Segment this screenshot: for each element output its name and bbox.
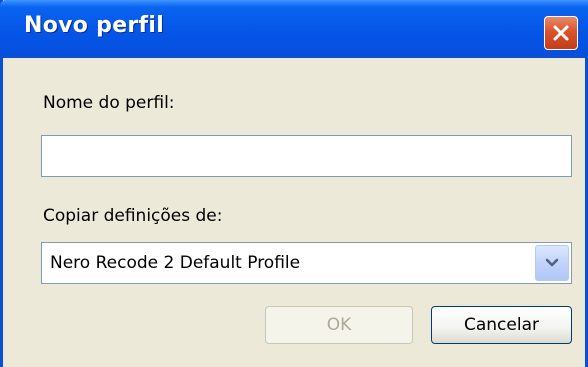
title-bar[interactable]: Novo perfil: [0, 0, 588, 58]
copy-settings-selected: Nero Recode 2 Default Profile: [50, 253, 301, 273]
copy-settings-label: Copiar definições de:: [43, 206, 223, 226]
profile-name-label: Nome do perfil:: [43, 93, 175, 113]
dropdown-button[interactable]: [535, 245, 569, 281]
profile-name-input[interactable]: [41, 135, 572, 177]
ok-button[interactable]: OK: [265, 306, 413, 344]
close-icon: [553, 25, 569, 41]
copy-settings-dropdown[interactable]: Nero Recode 2 Default Profile: [41, 242, 572, 284]
chevron-down-icon: [545, 258, 559, 267]
close-button[interactable]: [544, 16, 578, 50]
dialog-title: Novo perfil: [24, 13, 165, 38]
dialog-window: Novo perfil Nome do perfil: Copiar defin…: [0, 0, 588, 367]
cancel-button[interactable]: Cancelar: [431, 306, 572, 344]
